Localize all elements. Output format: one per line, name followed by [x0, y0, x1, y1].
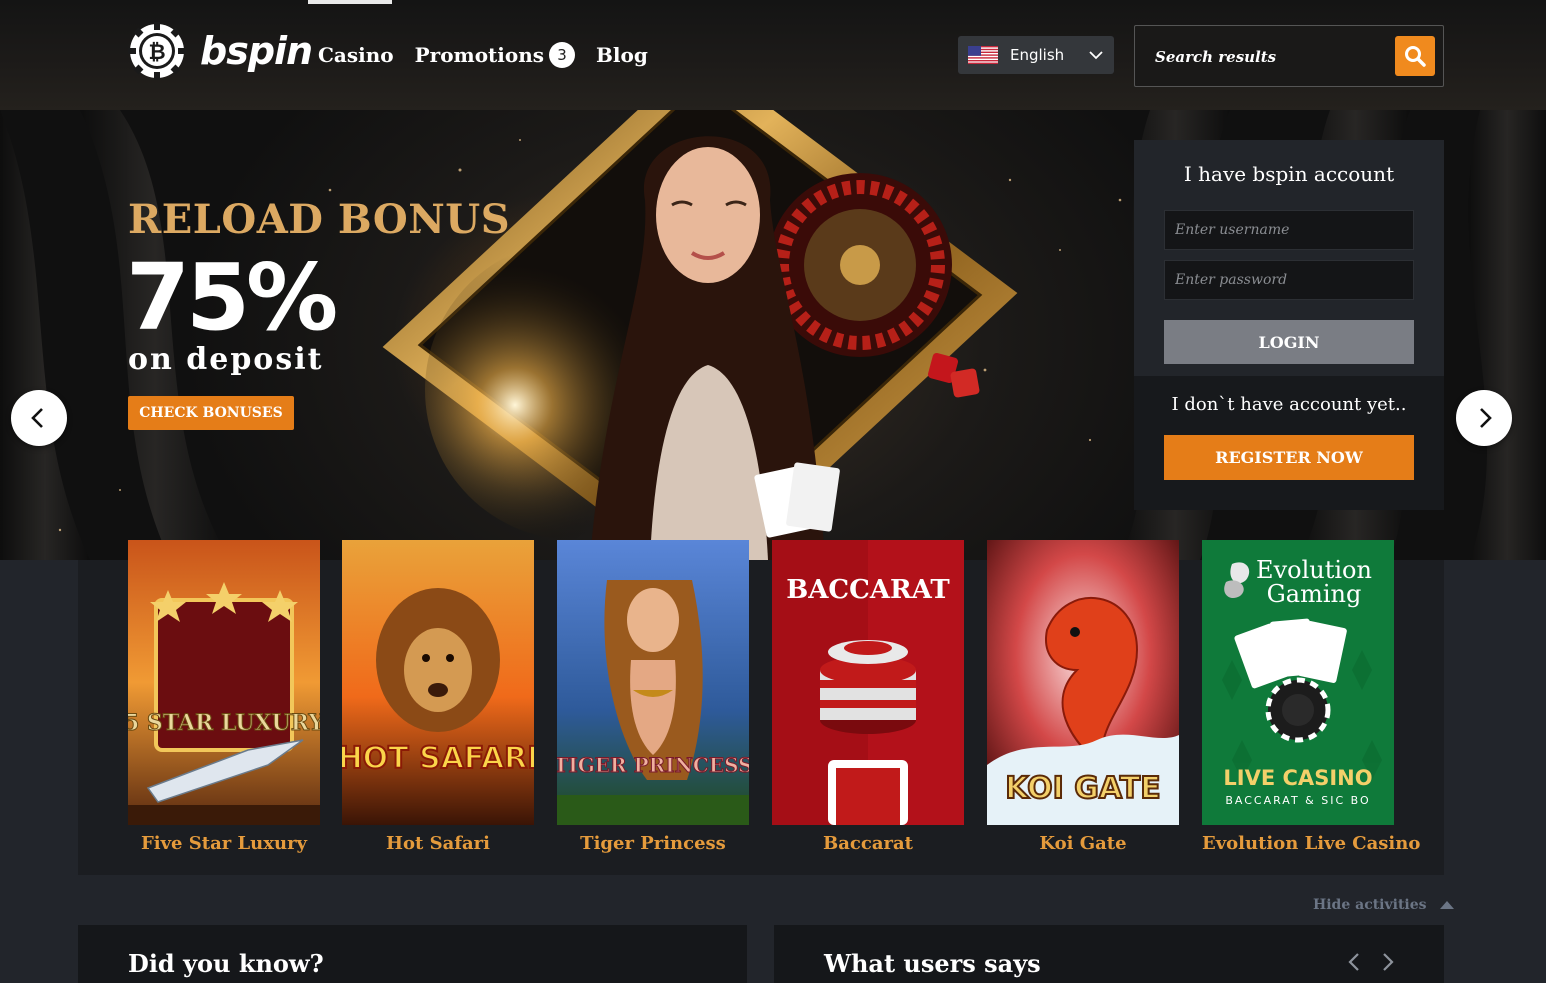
games-list: 5 STAR LUXURY Five Star Luxury HOT SAFAR… — [78, 540, 1444, 875]
baccarat-art-text: BACCARAT — [786, 575, 950, 605]
register-button[interactable]: REGISTER NOW — [1164, 435, 1414, 480]
login-button[interactable]: LOGIN — [1164, 320, 1414, 364]
game-title: Tiger Princess — [580, 833, 726, 854]
hero-subtitle: on deposit — [128, 342, 324, 377]
gaming-brand-text: Gaming — [1267, 580, 1362, 608]
user-reviews-title: What users says — [824, 949, 1041, 978]
game-card-tiger-princess[interactable]: TIGER PRINCESS Tiger Princess — [557, 540, 749, 854]
game-title: Baccarat — [823, 833, 913, 854]
chevron-down-icon — [1089, 51, 1103, 60]
game-title: Hot Safari — [386, 833, 490, 854]
nav-casino[interactable]: Casino — [318, 43, 394, 67]
live-casino-art-text: LIVE CASINO — [1223, 766, 1372, 790]
hide-activities-label: Hide activities — [1313, 897, 1427, 913]
reviews-next-button[interactable] — [1376, 951, 1398, 973]
game-thumbnail: Evolution Gaming LIVE CASINO BACCARAT & … — [1202, 540, 1394, 825]
language-selector[interactable]: English — [958, 36, 1114, 74]
game-card-evolution-live-casino[interactable]: Evolution Gaming LIVE CASINO BACCARAT & … — [1202, 540, 1421, 854]
game-thumbnail: HOT SAFARI — [342, 540, 534, 825]
no-account-text: I don`t have account yet.. — [1171, 394, 1407, 415]
game-thumbnail: BACCARAT — [772, 540, 964, 825]
game-thumbnail: KOI GATE — [987, 540, 1179, 825]
nav-promotions-label: Promotions — [414, 43, 545, 67]
main-nav: Casino Promotions 3 Blog — [318, 42, 669, 68]
game-card-koi-gate[interactable]: KOI GATE Koi Gate — [987, 540, 1179, 854]
game-thumbnail: 5 STAR LUXURY — [128, 540, 320, 825]
bitcoin-chip-icon: ₿ — [128, 22, 186, 80]
hide-activities-toggle[interactable]: Hide activities — [1313, 897, 1455, 913]
hero-title: RELOAD BONUS — [128, 196, 511, 243]
search-button[interactable] — [1395, 36, 1435, 76]
five-star-art-text: 5 STAR LUXURY — [128, 710, 320, 736]
chevron-left-icon — [31, 408, 43, 428]
search-input[interactable] — [1155, 44, 1385, 70]
game-card-baccarat[interactable]: BACCARAT Baccarat — [772, 540, 964, 854]
check-bonuses-button[interactable]: CHECK BONUSES — [128, 396, 294, 430]
did-you-know-card: Did you know? — [78, 925, 747, 983]
nav-casino-label: Casino — [318, 43, 394, 67]
svg-text:₿: ₿ — [148, 40, 165, 64]
logo[interactable]: ₿ bspin — [128, 22, 313, 80]
active-tab-indicator — [308, 0, 392, 4]
triangle-up-icon — [1439, 901, 1454, 909]
game-title: Koi Gate — [1039, 833, 1127, 854]
reviews-prev-button[interactable] — [1344, 951, 1366, 973]
user-reviews-card: What users says — [774, 925, 1444, 983]
game-title: Evolution Live Casino — [1202, 833, 1421, 854]
hero-prev-button[interactable] — [11, 390, 67, 446]
username-field[interactable] — [1164, 210, 1414, 250]
us-flag-icon — [968, 46, 998, 64]
nav-blog[interactable]: Blog — [596, 43, 648, 67]
hero-amount: 75% — [126, 244, 338, 351]
promotions-count-badge: 3 — [549, 42, 576, 68]
hot-safari-art-text: HOT SAFARI — [342, 741, 534, 776]
language-label: English — [1010, 46, 1065, 64]
nav-promotions[interactable]: Promotions 3 — [414, 42, 576, 68]
game-title: Five Star Luxury — [140, 833, 308, 854]
site-header: ₿ bspin Casino Promotions 3 Blog English — [0, 0, 1546, 110]
game-card-hot-safari[interactable]: HOT SAFARI Hot Safari — [342, 540, 534, 854]
tiger-princess-art-text: TIGER PRINCESS — [557, 753, 749, 777]
search-box — [1134, 25, 1444, 87]
live-casino-sub-art-text: BACCARAT & SIC BO — [1225, 794, 1370, 807]
login-title: I have bspin account — [1183, 162, 1395, 186]
search-icon — [1405, 46, 1426, 67]
koi-gate-art-text: KOI GATE — [1005, 771, 1160, 806]
password-field[interactable] — [1164, 260, 1414, 300]
game-card-five-star-luxury[interactable]: 5 STAR LUXURY Five Star Luxury — [128, 540, 320, 854]
game-thumbnail: TIGER PRINCESS — [557, 540, 749, 825]
login-form: I have bspin account LOGIN — [1134, 140, 1444, 376]
hero-artwork — [382, 110, 1018, 560]
brand-name: bspin — [200, 29, 313, 73]
chevron-right-icon — [1480, 408, 1492, 428]
did-you-know-title: Did you know? — [128, 949, 324, 978]
hero-next-button[interactable] — [1456, 390, 1512, 446]
nav-blog-label: Blog — [596, 43, 648, 67]
login-panel: I have bspin account LOGIN I don`t have … — [1134, 140, 1444, 510]
